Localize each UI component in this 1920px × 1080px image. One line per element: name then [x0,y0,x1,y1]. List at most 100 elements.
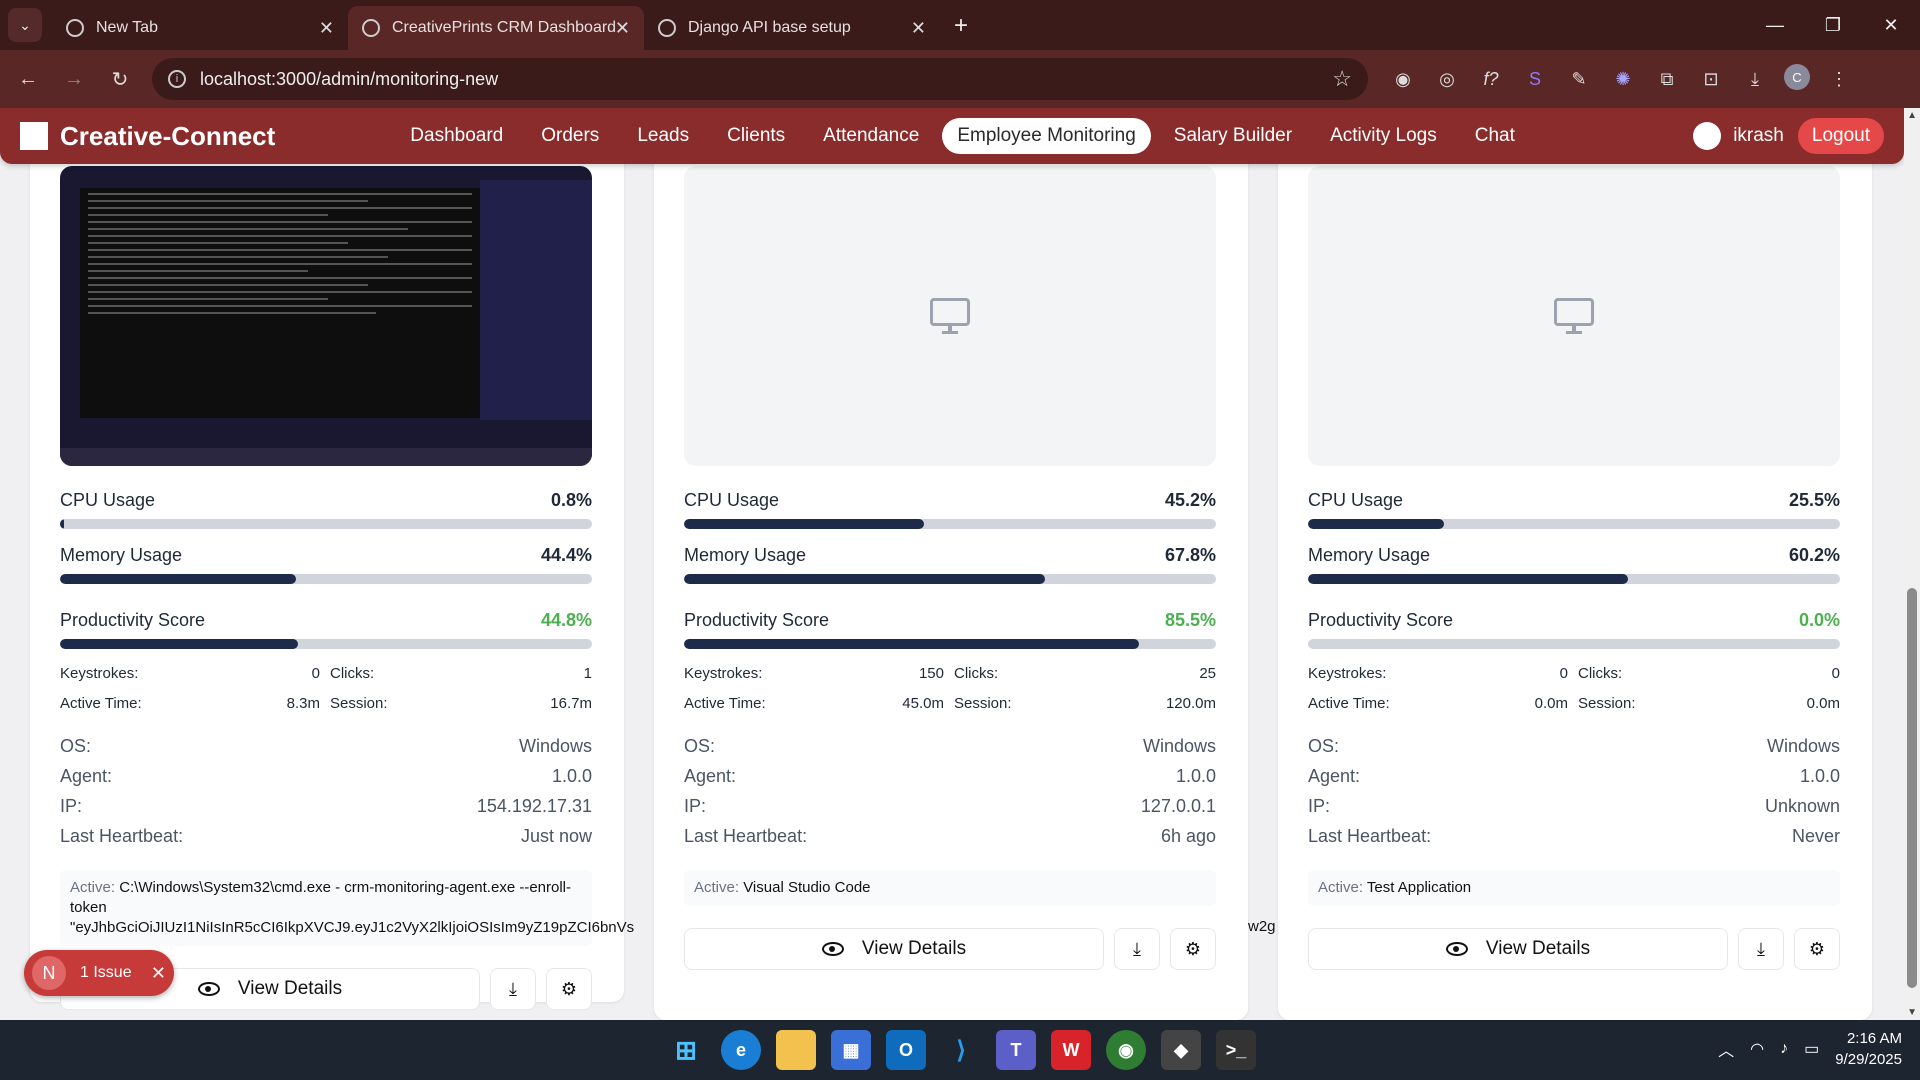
close-icon[interactable]: ✕ [615,18,630,39]
battery-icon[interactable]: ▭ [1804,1039,1819,1059]
close-icon[interactable]: ✕ [911,18,926,39]
productivity-value: 85.5% [1164,610,1216,630]
terminal-icon[interactable]: >_ [1216,1030,1256,1070]
heartbeat-value: Just now [520,825,592,846]
close-icon[interactable]: ✕ [151,963,166,984]
scroll-up-arrow-icon[interactable]: ▲ [1907,110,1917,121]
eyedropper-icon[interactable]: ✎ [1564,64,1594,94]
cpu-value: 45.2% [1164,490,1216,510]
url-text[interactable]: localhost:3000/admin/monitoring-new [200,69,1332,90]
brand-name[interactable]: Creative-Connect [60,121,275,152]
active-window-box: Active: Test Application [1308,870,1840,906]
productivity-label: Productivity Score [684,610,830,630]
windows-start-icon[interactable]: ⊞ [666,1030,706,1070]
file-explorer-icon[interactable] [776,1030,816,1070]
forward-icon[interactable]: → [56,61,92,97]
chrome-taskbar-icon[interactable]: ◉ [1106,1030,1146,1070]
close-icon[interactable]: ✕ [319,18,334,39]
outlook-icon[interactable]: O [886,1030,926,1070]
system-info: OS: Windows Agent: 1.0.0 IP: Unknown Last H… [1308,731,1840,851]
cpu-metric: CPU Usage 0.8% [60,490,592,529]
os-label: OS: [684,735,716,756]
card-actions: View Details ⤓ ⚙ [1308,928,1840,970]
nav-link-dashboard[interactable]: Dashboard [395,118,518,154]
volume-icon[interactable]: ♪ [1780,1040,1788,1058]
gear-extension-icon[interactable]: ✺ [1608,64,1638,94]
download-button[interactable]: ⤓ [1114,928,1160,970]
back-icon[interactable]: ← [10,61,46,97]
extension-s-icon[interactable]: S [1520,64,1550,94]
clicks-value: 25 [1199,664,1216,682]
nav-link-employee-monitoring[interactable]: Employee Monitoring [942,118,1151,154]
bookmark-star-icon[interactable]: ☆ [1332,66,1352,92]
nav-link-leads[interactable]: Leads [622,118,704,154]
close-window-icon[interactable]: ✕ [1862,0,1920,50]
productivity-value: 0.0% [1798,610,1840,630]
nav-link-clients[interactable]: Clients [712,118,800,154]
productivity-value: 44.8% [540,610,592,630]
settings-button[interactable]: ⚙ [1794,928,1840,970]
download-button[interactable]: ⤓ [1738,928,1784,970]
cpu-label: CPU Usage [60,490,156,510]
session-label: Session: [954,694,1012,712]
tab-search-button[interactable]: ⌄ [8,8,42,42]
view-details-button[interactable]: View Details [684,928,1104,970]
restore-icon[interactable]: ❐ [1804,0,1862,50]
vscode-icon[interactable]: ⟩ [941,1030,981,1070]
tab-crm-dashboard[interactable]: CreativePrints CRM Dashboard ✕ [348,6,644,50]
productivity-label: Productivity Score [60,610,206,630]
chevron-up-icon[interactable]: ︿ [1718,1037,1734,1061]
tab-new-tab[interactable]: New Tab ✕ [52,6,348,50]
menu-dots-icon[interactable]: ⋮ [1824,64,1854,94]
minimize-icon[interactable]: — [1746,0,1804,50]
nav-link-chat[interactable]: Chat [1460,118,1530,154]
settings-button[interactable]: ⚙ [546,968,592,1010]
nav-link-orders[interactable]: Orders [526,118,614,154]
screenshot-placeholder [684,166,1216,466]
page-viewport: CPU Usage 0.8% Memory Usage 44.4% Producti… [0,108,1904,1020]
compass-icon[interactable]: ◎ [1432,64,1462,94]
formula-icon[interactable]: f? [1476,64,1506,94]
os-value: Windows [1766,735,1840,756]
new-tab-button[interactable]: + [954,12,968,40]
view-details-button[interactable]: View Details [1308,928,1728,970]
issues-badge[interactable]: N 1 Issue ✕ [24,950,174,996]
nav-link-salary-builder[interactable]: Salary Builder [1159,118,1307,154]
employee-card: CPU Usage 45.2% Memory Usage 67.8% Product… [654,118,1276,1020]
address-bar[interactable]: i localhost:3000/admin/monitoring-new ☆ [152,58,1368,100]
clock[interactable]: 2:16 AM 9/29/2025 [1835,1028,1902,1070]
teams-icon[interactable]: T [996,1030,1036,1070]
productivity-bar [60,639,592,649]
store-icon[interactable]: ▦ [831,1030,871,1070]
scroll-down-arrow-icon[interactable]: ▼ [1907,1007,1917,1018]
browser-tab-strip: ⌄ New Tab ✕ CreativePrints CRM Dashboard… [0,0,1920,50]
screenshot-thumbnail[interactable] [60,166,592,466]
reload-icon[interactable]: ↻ [102,61,138,97]
profile-avatar[interactable]: C [1784,64,1810,90]
download-icon[interactable]: ⤓ [1740,64,1770,94]
app-box-icon[interactable]: ◆ [1161,1030,1201,1070]
site-info-icon[interactable]: i [168,70,186,88]
agent-value: 1.0.0 [1175,765,1216,786]
wifi-icon[interactable]: ◠ [1750,1039,1764,1059]
tab-django-api[interactable]: Django API base setup ✕ [644,6,940,50]
screenshot-icon[interactable]: ⊡ [1696,64,1726,94]
ip-label: IP: [1308,795,1331,816]
globe-icon [362,19,380,37]
active-time-value: 0.0m [1534,694,1568,712]
edge-icon[interactable]: e [721,1030,761,1070]
camera-icon[interactable]: ◉ [1388,64,1418,94]
logout-button[interactable]: Logout [1797,118,1884,154]
user-menu[interactable]: ikrash [1693,122,1784,150]
puzzle-icon[interactable]: ⧉ [1652,64,1682,94]
wps-office-icon[interactable]: W [1051,1030,1091,1070]
scrollbar-thumb[interactable] [1907,588,1917,988]
memory-bar [684,574,1216,584]
download-button[interactable]: ⤓ [490,968,536,1010]
nav-link-activity-logs[interactable]: Activity Logs [1315,118,1452,154]
issue-avatar: N [32,956,66,990]
nav-link-attendance[interactable]: Attendance [808,118,934,154]
active-time-label: Active Time: [1308,694,1390,712]
settings-button[interactable]: ⚙ [1170,928,1216,970]
page-scrollbar[interactable]: ▲ ▼ [1904,108,1920,1020]
